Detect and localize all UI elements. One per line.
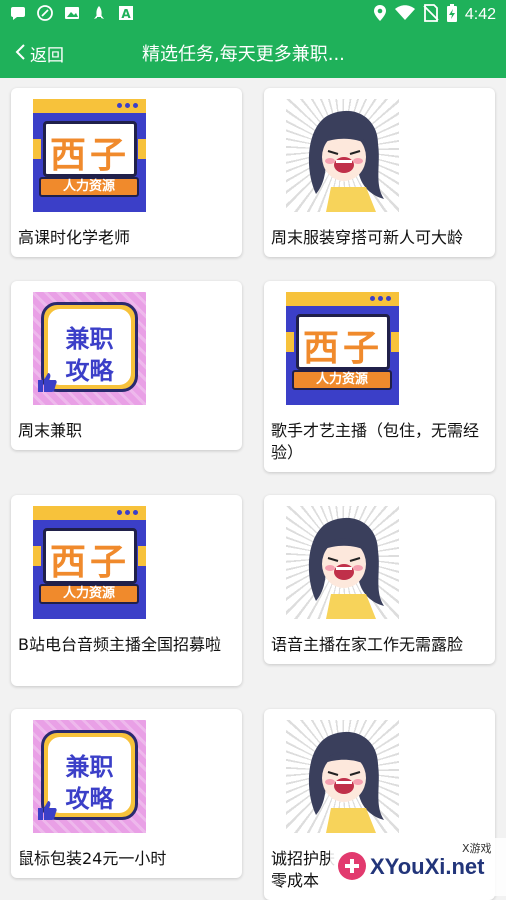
logo-text: 西子 xyxy=(49,542,130,583)
logo-line: 攻略 xyxy=(65,357,114,385)
image-icon xyxy=(64,5,80,21)
comic-girl-image xyxy=(286,506,399,619)
job-title: 周末兼职 xyxy=(18,421,83,440)
compass-icon xyxy=(37,5,53,21)
job-title: 鼠标包装24元一小时 xyxy=(18,849,167,868)
job-card[interactable]: 西子 人力资源 歌手才艺主播（包住，无需经验） xyxy=(264,281,495,472)
job-thumbnail: 兼职 攻略 xyxy=(33,720,146,833)
job-card[interactable]: 西子 人力资源 B站电台音频主播全国招募啦 xyxy=(11,495,242,686)
logo-ribbon: 人力资源 xyxy=(39,584,139,604)
job-title: B站电台音频主播全国招募啦 xyxy=(18,635,221,654)
xizi-hr-logo: 西子 人力资源 xyxy=(33,506,146,619)
watermark-text: XYouXi.net xyxy=(370,854,485,879)
job-thumbnail xyxy=(286,720,399,833)
thumbs-up-icon xyxy=(35,370,59,399)
job-thumbnail: 西子 人力资源 xyxy=(286,292,399,405)
thumbs-up-icon xyxy=(35,798,59,827)
job-card[interactable]: 兼职 攻略 鼠标包装24元一小时 xyxy=(11,709,242,878)
site-watermark: X游戏 XYouXi.net xyxy=(330,838,506,896)
comic-girl-image xyxy=(286,720,399,833)
job-card[interactable]: 西子 人力资源 高课时化学老师 xyxy=(11,88,242,257)
job-thumbnail xyxy=(286,506,399,619)
battery-icon xyxy=(446,4,457,26)
job-title: 歌手才艺主播（包住，无需经验） xyxy=(271,421,480,462)
back-label: 返回 xyxy=(30,46,64,66)
logo-ribbon: 人力资源 xyxy=(292,370,392,390)
logo-ribbon: 人力资源 xyxy=(39,177,139,197)
logo-line: 攻略 xyxy=(65,785,114,813)
font-icon: A xyxy=(118,5,134,21)
logo-line: 兼职 xyxy=(65,753,114,781)
game-controller-icon xyxy=(336,850,368,886)
message-icon xyxy=(10,5,26,21)
job-thumbnail xyxy=(286,99,399,212)
wifi-icon xyxy=(394,5,415,25)
logo-text: 西子 xyxy=(302,328,383,369)
rocket-icon xyxy=(91,5,107,21)
job-title: 周末服装穿搭可新人可大龄 xyxy=(271,228,464,247)
back-button[interactable]: 返回 xyxy=(14,41,64,66)
status-bar: A 4:42 xyxy=(0,0,506,28)
svg-text:A: A xyxy=(121,7,131,21)
jianzhi-guide-logo: 兼职 攻略 xyxy=(33,292,146,405)
xizi-hr-logo: 西子 人力资源 xyxy=(33,99,146,212)
job-card[interactable]: 周末服装穿搭可新人可大龄 xyxy=(264,88,495,257)
xizi-hr-logo: 西子 人力资源 xyxy=(286,292,399,405)
job-thumbnail: 西子 人力资源 xyxy=(33,99,146,212)
nav-bar: 返回 精选任务,每天更多兼职... xyxy=(0,28,506,78)
job-card[interactable]: 兼职 攻略 周末兼职 xyxy=(11,281,242,450)
comic-girl-image xyxy=(286,99,399,212)
job-thumbnail: 西子 人力资源 xyxy=(33,506,146,619)
logo-text: 西子 xyxy=(49,135,130,176)
job-title: 高课时化学老师 xyxy=(18,228,131,247)
logo-line: 兼职 xyxy=(65,325,114,353)
jianzhi-guide-logo: 兼职 攻略 xyxy=(33,720,146,833)
status-time: 4:42 xyxy=(464,6,496,23)
chevron-left-icon xyxy=(14,42,26,66)
page-title: 精选任务,每天更多兼职... xyxy=(142,44,345,65)
job-thumbnail: 兼职 攻略 xyxy=(33,292,146,405)
location-icon xyxy=(373,4,387,26)
no-sim-icon xyxy=(423,4,439,26)
job-card[interactable]: 语音主播在家工作无需露脸 xyxy=(264,495,495,664)
job-title: 语音主播在家工作无需露脸 xyxy=(271,635,464,654)
